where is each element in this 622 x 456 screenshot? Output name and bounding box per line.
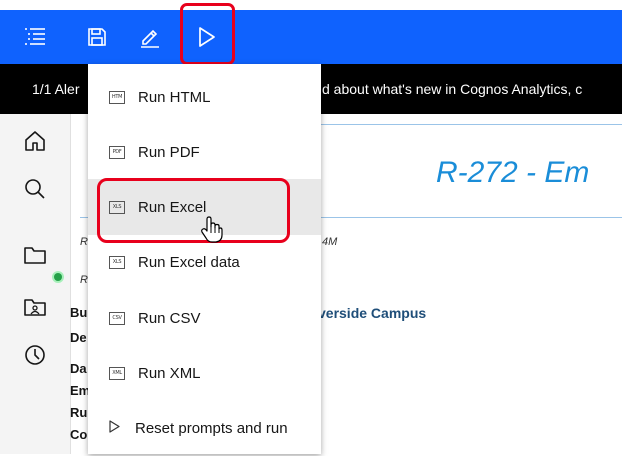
header-rule-top: [320, 124, 622, 125]
hand-pointer-cursor-icon: [200, 216, 224, 249]
menu-item-run-pdf[interactable]: PDF Run PDF: [88, 124, 321, 180]
menu-item-run-html[interactable]: HTM Run HTML: [88, 69, 321, 125]
excel-file-icon: XLS: [109, 255, 125, 269]
left-nav-rail: [0, 114, 71, 454]
menu-item-run-csv[interactable]: CSV Run CSV: [88, 290, 321, 346]
pdf-file-icon: PDF: [109, 145, 125, 159]
edit-button[interactable]: [130, 10, 170, 64]
csv-file-icon: CSV: [109, 311, 125, 325]
team-folder-icon[interactable]: [22, 294, 48, 320]
meta-line-1-suffix: 4M: [322, 236, 338, 248]
play-icon: [109, 419, 120, 437]
edit-icon: [139, 26, 161, 48]
toc-icon: [24, 26, 46, 48]
report-label: Co: [70, 427, 88, 442]
menu-item-label: Run PDF: [138, 143, 200, 161]
report-label: Ru: [70, 405, 88, 420]
menu-item-label: Run XML: [138, 364, 201, 382]
alert-message[interactable]: d about what's new in Cognos Analytics, …: [322, 81, 582, 97]
meta-line-2-prefix: R: [80, 274, 88, 286]
run-button-highlight: [180, 3, 235, 65]
status-indicator-dot: [54, 273, 62, 281]
xml-file-icon: XML: [109, 366, 125, 380]
html-file-icon: HTM: [109, 90, 125, 104]
recent-icon[interactable]: [22, 342, 48, 368]
run-excel-highlight: [97, 178, 290, 243]
toc-button[interactable]: [15, 10, 55, 64]
save-button[interactable]: [77, 10, 117, 64]
menu-item-label: Run CSV: [138, 309, 201, 327]
run-options-menu: HTM Run HTML PDF Run PDF XLS Run Excel X…: [88, 64, 321, 454]
campus-name: verside Campus: [318, 305, 427, 321]
report-label: Da: [70, 361, 87, 376]
folder-icon[interactable]: [22, 242, 48, 268]
home-icon[interactable]: [22, 128, 48, 154]
menu-item-reset-prompts-and-run[interactable]: Reset prompts and run: [88, 400, 321, 456]
report-label: Bu: [70, 305, 88, 320]
alert-count[interactable]: 1/1 Aler: [32, 81, 79, 97]
report-title: R-272 - Em: [436, 156, 590, 189]
save-icon: [87, 27, 107, 47]
menu-item-label: Run Excel data: [138, 253, 240, 271]
meta-line-1-prefix: R: [80, 236, 88, 248]
search-icon[interactable]: [22, 176, 48, 202]
report-label: De: [70, 330, 87, 345]
menu-item-label: Run HTML: [138, 88, 211, 106]
menu-item-label: Reset prompts and run: [135, 419, 288, 437]
menu-item-run-xml[interactable]: XML Run XML: [88, 345, 321, 401]
report-toolbar: [0, 10, 622, 64]
